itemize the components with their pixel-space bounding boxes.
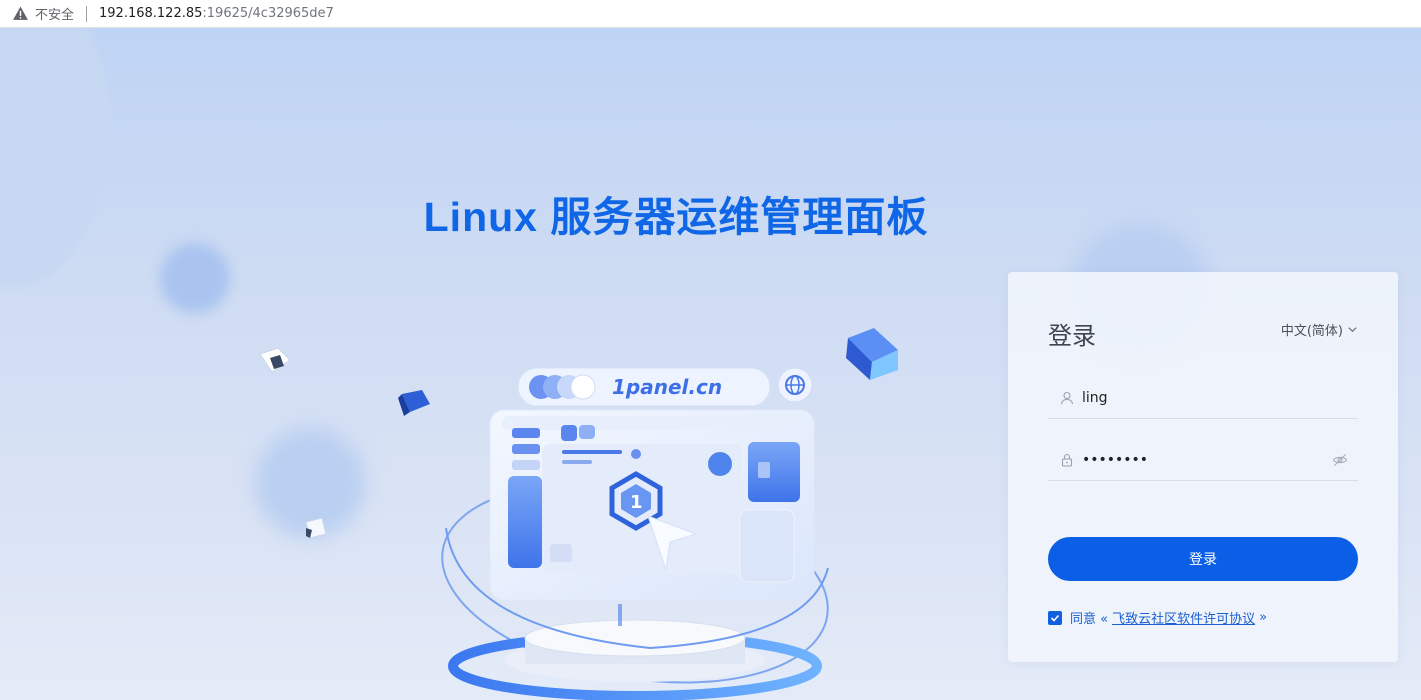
warning-triangle-icon[interactable] xyxy=(12,5,29,22)
illustration-brand: 1panel.cn xyxy=(612,375,722,399)
checkmark-icon xyxy=(1050,614,1060,622)
security-label[interactable]: 不安全 xyxy=(35,4,74,23)
cube-icon xyxy=(398,390,430,416)
url-field[interactable]: 192.168.122.85:19625/4c32965de7 xyxy=(99,6,334,21)
username-input[interactable] xyxy=(1082,390,1358,406)
agreement-suffix: » xyxy=(1259,610,1268,625)
lock-icon xyxy=(1061,453,1073,467)
browser-address-bar: 不安全 192.168.122.85:19625/4c32965de7 xyxy=(0,0,1421,28)
license-agreement-link[interactable]: 飞致云社区软件许可协议 xyxy=(1112,608,1255,627)
language-label: 中文(简体) xyxy=(1280,324,1343,339)
cube-icon xyxy=(305,517,327,539)
agreement-row: 同意 « 飞致云社区软件许可协议 » xyxy=(1048,608,1267,627)
url-host: 192.168.122.85 xyxy=(99,6,203,21)
username-field[interactable] xyxy=(1048,378,1358,419)
password-field[interactable] xyxy=(1048,440,1358,481)
login-card: 登录 中文(简体) ling •••••••• 登录 同意 « 飞致云社区软件许… xyxy=(1008,272,1398,662)
login-button[interactable]: 登录 xyxy=(1048,537,1358,581)
agreement-checkbox[interactable] xyxy=(1048,610,1062,625)
user-icon xyxy=(1060,391,1074,405)
eye-off-icon[interactable] xyxy=(1332,452,1348,468)
cube-icon xyxy=(259,347,291,373)
background-blob xyxy=(160,243,230,313)
password-input[interactable] xyxy=(1082,452,1332,468)
address-separator xyxy=(86,5,88,22)
chevron-down-icon xyxy=(1348,327,1357,333)
login-page: Linux 服务器运维管理面板 1panel.cn 1 登录 中文(简体) li… xyxy=(0,28,1421,700)
svg-text:1: 1 xyxy=(630,492,643,513)
page-headline: Linux 服务器运维管理面板 xyxy=(423,194,929,240)
url-path: :19625/4c32965de7 xyxy=(202,6,334,21)
background-blob xyxy=(0,28,110,288)
agreement-prefix: 同意 « xyxy=(1070,612,1109,627)
hero-illustration: 1panel.cn 1 xyxy=(259,328,898,700)
language-select[interactable]: 中文(简体) xyxy=(1281,320,1358,339)
login-title: 登录 xyxy=(1048,323,1096,350)
cube-icon xyxy=(846,328,898,380)
